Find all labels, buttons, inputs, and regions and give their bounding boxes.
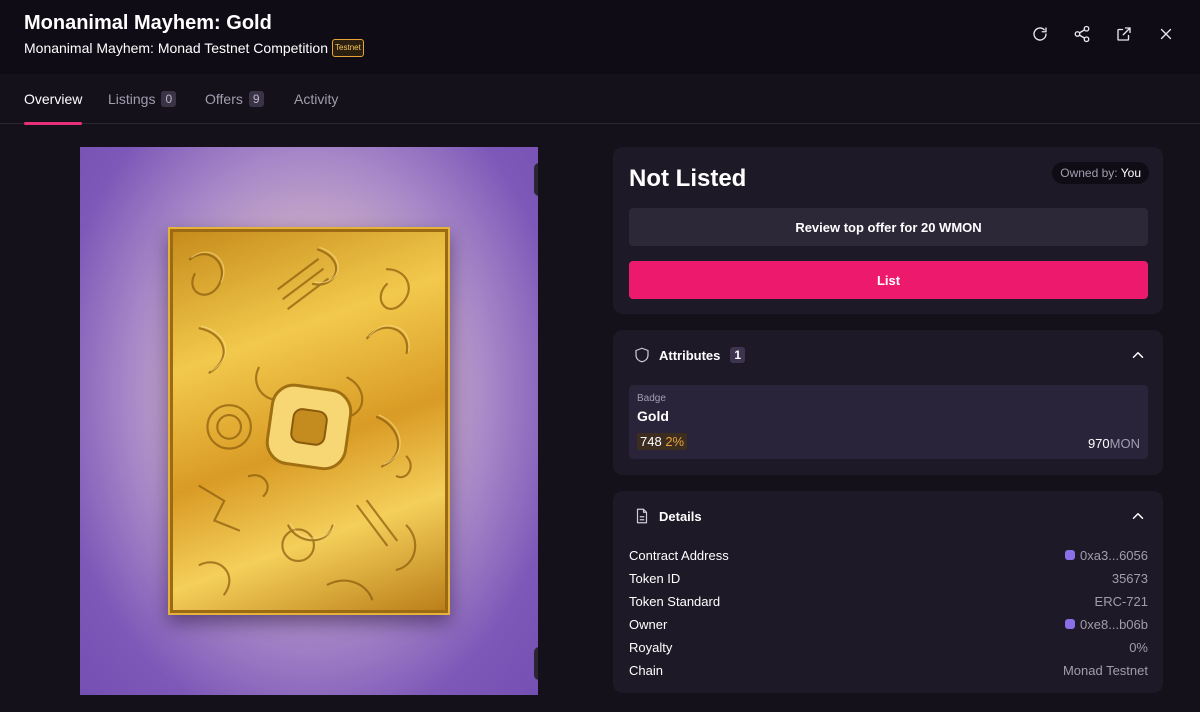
- attribute-value: Gold: [637, 408, 669, 424]
- chevron-up-icon: [1132, 352, 1144, 358]
- attributes-panel: Attributes 1 Badge Gold 748 2% 970MON: [613, 330, 1163, 475]
- tab-label: Overview: [24, 91, 83, 107]
- detail-value: 0xe8...b06b: [1080, 616, 1148, 632]
- collection-name[interactable]: Monanimal Mayhem: Monad Testnet Competit…: [24, 40, 328, 56]
- tab-activity[interactable]: Activity: [294, 74, 338, 124]
- tab-offers[interactable]: Offers 9: [205, 74, 264, 124]
- details-header[interactable]: Details: [633, 491, 702, 541]
- monad-chain-icon: [1065, 619, 1076, 629]
- external-link-icon: [1117, 27, 1131, 41]
- detail-row-royalty: Royalty 0%: [629, 637, 1148, 657]
- detail-row-token-id: Token ID 35673: [629, 568, 1148, 588]
- floor-price: 970: [1087, 436, 1110, 451]
- attributes-title: Attributes: [659, 347, 721, 363]
- detail-key: Token ID: [629, 570, 681, 586]
- share-icon: [1074, 25, 1090, 43]
- fullscreen-button[interactable]: [534, 163, 538, 196]
- detail-key: Contract Address: [629, 547, 729, 563]
- detail-key: Royalty: [629, 639, 673, 655]
- attribute-percent: 2%: [665, 434, 685, 449]
- owner-address-link[interactable]: 0xe8...b06b: [1065, 617, 1148, 632]
- detail-value: ERC-721: [1094, 593, 1148, 609]
- attributes-count: 1: [730, 347, 746, 363]
- detail-row-chain: Chain Monad Testnet: [629, 660, 1148, 680]
- tab-label: Activity: [294, 91, 339, 107]
- chevron-up-icon: [1132, 513, 1144, 519]
- detail-key: Owner: [629, 616, 668, 632]
- detail-value: 35673: [1111, 570, 1148, 586]
- document-icon: [636, 508, 648, 524]
- collapse-details-button[interactable]: [1129, 507, 1147, 525]
- review-offer-button[interactable]: Review top offer for 20 WMON: [629, 208, 1148, 246]
- detail-row-owner: Owner 0xe8...b06b: [629, 614, 1148, 634]
- listing-status-panel: Not Listed Owned by: You Review top offe…: [613, 147, 1163, 314]
- attributes-header[interactable]: Attributes 1: [633, 330, 746, 380]
- close-button[interactable]: [1152, 20, 1180, 48]
- attribute-card[interactable]: Badge Gold 748 2% 970MON: [629, 385, 1148, 459]
- collection-row: Monanimal Mayhem: Monad Testnet Competit…: [24, 39, 364, 57]
- detail-value: 0%: [1129, 639, 1148, 655]
- detail-value: 0xa3...6056: [1080, 547, 1148, 563]
- tab-listings[interactable]: Listings 0: [108, 74, 177, 124]
- contract-address-link[interactable]: 0xa3...6056: [1065, 548, 1148, 563]
- open-external-button[interactable]: [1110, 20, 1138, 48]
- testnet-badge: Testnet: [332, 39, 364, 57]
- detail-row-token-standard: Token Standard ERC-721: [629, 591, 1148, 611]
- detail-key: Token Standard: [629, 593, 721, 609]
- open-image-button[interactable]: [534, 647, 538, 680]
- tab-overview[interactable]: Overview: [24, 74, 83, 125]
- refresh-icon: [1033, 27, 1047, 41]
- detail-row-contract: Contract Address 0xa3...6056: [629, 545, 1148, 565]
- detail-value: Monad Testnet: [1062, 662, 1148, 678]
- collapse-attributes-button[interactable]: [1129, 346, 1147, 364]
- floor-unit: MON: [1109, 436, 1140, 451]
- shield-icon: [635, 347, 649, 363]
- nft-image: [80, 147, 538, 695]
- list-button[interactable]: List: [629, 261, 1148, 299]
- tab-label: Listings: [108, 91, 156, 107]
- tab-count: 0: [161, 91, 177, 107]
- owner-name: You: [1120, 166, 1141, 180]
- header-actions: [1026, 20, 1180, 48]
- gold-badge-artwork: [168, 227, 450, 615]
- details-panel: Details Contract Address 0xa3...6056 Tok…: [613, 491, 1163, 693]
- refresh-button[interactable]: [1026, 20, 1054, 48]
- owner-pill: Owned by: You: [1052, 162, 1149, 184]
- close-icon: [1160, 28, 1172, 40]
- listing-status: Not Listed: [629, 165, 747, 192]
- monad-chain-icon: [1065, 550, 1076, 560]
- owned-by-label: Owned by:: [1060, 166, 1118, 180]
- attribute-count: 748: [640, 434, 662, 449]
- tab-count: 9: [248, 91, 264, 107]
- artwork-pattern: [188, 246, 417, 601]
- details-title: Details: [659, 508, 702, 524]
- attribute-type: Badge: [637, 393, 666, 404]
- tab-label: Offers: [205, 91, 243, 107]
- attribute-rarity: 748 2%: [637, 433, 688, 450]
- header: Monanimal Mayhem: Gold Monanimal Mayhem:…: [0, 0, 1200, 74]
- attribute-floor: 970MON: [1088, 436, 1140, 451]
- tab-bar: Overview Listings 0 Offers 9 Activity: [0, 74, 1200, 125]
- share-button[interactable]: [1068, 20, 1096, 48]
- detail-key: Chain: [629, 662, 663, 678]
- page-title: Monanimal Mayhem: Gold: [24, 12, 272, 34]
